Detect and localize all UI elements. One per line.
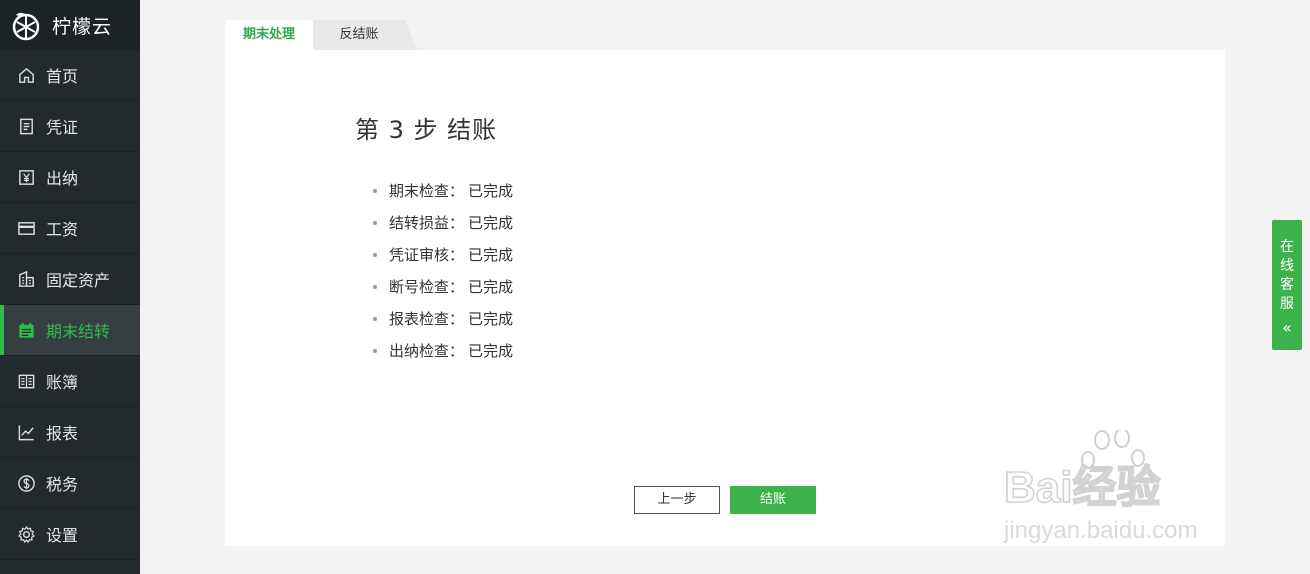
sidebar-item-voucher[interactable]: 凭证 [0, 101, 140, 152]
check-status: 已完成 [468, 342, 514, 360]
sidebar-item-period-end[interactable]: 期末结转 [0, 305, 140, 356]
list-item: 报表检查： 已完成 [373, 305, 513, 337]
sidebar-item-label: 期末结转 [46, 322, 111, 341]
home-icon [16, 65, 36, 85]
sidebar-item-home[interactable]: 首页 [0, 50, 140, 101]
sidebar-item-label: 账簿 [46, 373, 79, 392]
sidebar-item-label: 出纳 [46, 169, 79, 188]
sidebar-item-cashier[interactable]: 出纳 [0, 152, 140, 203]
check-label: 期末检查： [389, 182, 465, 200]
sidebar-item-label: 设置 [46, 526, 79, 545]
building-icon [16, 269, 36, 289]
close-accounts-button[interactable]: 结账 [730, 486, 816, 514]
previous-step-button[interactable]: 上一步 [634, 486, 720, 514]
chart-icon [16, 422, 36, 442]
step-title: 第 3 步 结账 [355, 116, 498, 144]
check-label: 断号检查： [389, 278, 465, 296]
check-status: 已完成 [468, 214, 514, 232]
document-icon [16, 116, 36, 136]
check-status: 已完成 [468, 182, 514, 200]
gear-icon [16, 524, 36, 544]
list-item: 结转损益： 已完成 [373, 209, 513, 241]
check-label: 报表检查： [389, 310, 465, 328]
sidebar-item-salary[interactable]: 工资 [0, 203, 140, 254]
tab-period-end-processing[interactable]: 期末处理 [225, 20, 325, 50]
check-label: 凭证审核： [389, 246, 465, 264]
brand-name: 柠檬云 [52, 15, 113, 38]
check-status: 已完成 [468, 246, 514, 264]
sidebar: 柠檬云 首页 凭证 出纳 工资 固定资产 期末结转 账簿 报表 税务 设置 [0, 0, 140, 574]
list-item: 凭证审核： 已完成 [373, 241, 513, 273]
sidebar-item-label: 凭证 [46, 118, 79, 137]
brand[interactable]: 柠檬云 [0, 0, 140, 50]
list-item: 断号检查： 已完成 [373, 273, 513, 305]
check-status: 已完成 [468, 278, 514, 296]
online-customer-service-button[interactable]: 在线客服 « [1272, 220, 1302, 350]
card-icon [16, 218, 36, 238]
watermark-brand: Bai经验 [1004, 463, 1160, 512]
watermark-url: jingyan.baidu.com [1003, 517, 1197, 544]
double-chevron-left-icon: « [1282, 318, 1292, 337]
sidebar-item-label: 工资 [46, 220, 79, 239]
tab-reverse-closing[interactable]: 反结账 [313, 20, 417, 50]
sidebar-item-tax[interactable]: 税务 [0, 458, 140, 509]
book-icon [16, 371, 36, 391]
baidu-watermark: Bai经验 jingyan.baidu.com [1003, 430, 1197, 544]
lemon-logo-icon [12, 12, 40, 41]
sidebar-item-label: 报表 [46, 424, 79, 443]
sidebar-item-settings[interactable]: 设置 [0, 509, 140, 560]
check-list: 期末检查： 已完成 结转损益： 已完成 凭证审核： 已完成 断号检查： 已完成 报表检查… [373, 177, 513, 369]
sidebar-item-fixed-assets[interactable]: 固定资产 [0, 254, 140, 305]
yen-icon [16, 167, 36, 187]
customer-service-label: 在线客服 [1280, 239, 1294, 312]
dollar-icon [16, 473, 36, 493]
check-label: 结转损益： [389, 214, 465, 232]
sidebar-item-label: 首页 [46, 67, 79, 86]
sidebar-item-label: 固定资产 [46, 271, 111, 290]
sidebar-item-ledger[interactable]: 账簿 [0, 356, 140, 407]
list-item: 出纳检查： 已完成 [373, 337, 513, 369]
check-status: 已完成 [468, 310, 514, 328]
sidebar-item-label: 税务 [46, 475, 79, 494]
sidebar-item-reports[interactable]: 报表 [0, 407, 140, 458]
check-label: 出纳检查： [389, 342, 465, 360]
list-item: 期末检查： 已完成 [373, 177, 513, 209]
calendar-icon [16, 320, 36, 340]
